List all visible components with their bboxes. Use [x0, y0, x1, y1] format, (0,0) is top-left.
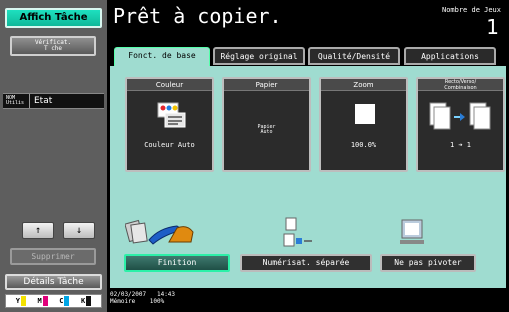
- toner-yellow: Y: [16, 296, 26, 306]
- paper-card-title: Papier: [224, 79, 309, 91]
- main-panel: Couleur Couleur Auto Papier Papier Auto …: [110, 66, 506, 288]
- separate-scan-icon: [283, 217, 312, 247]
- zoom-card-title: Zoom: [321, 79, 406, 91]
- delete-button[interactable]: Supprimer: [10, 248, 96, 265]
- color-card-value: Couleur Auto: [144, 141, 195, 149]
- toner-magenta: M: [38, 296, 48, 306]
- zoom-page-icon: [355, 104, 375, 124]
- status-date: 02/03/2007: [110, 291, 147, 298]
- toner-black: K: [81, 296, 92, 306]
- paper-card[interactable]: Papier Papier Auto: [222, 77, 311, 172]
- duplex-card-title: Recto/Verso/ Combinaison: [418, 79, 503, 91]
- finishing-button[interactable]: Finition: [124, 254, 230, 272]
- duplex-card[interactable]: Recto/Verso/ Combinaison 1 ➔ 1: [416, 77, 505, 172]
- tab-original-settings[interactable]: Réglage original: [213, 47, 305, 65]
- verify-job-button[interactable]: Vérificat. T che: [10, 36, 96, 56]
- color-card[interactable]: Couleur Couleur Auto: [125, 77, 214, 172]
- copies-label: Nombre de Jeux: [441, 6, 501, 14]
- duplex-card-value: 1 ➔ 1: [449, 141, 472, 149]
- job-details-button[interactable]: Détails Tâche: [5, 274, 102, 290]
- status-bar: 02/03/2007 14:43 Mémoire 100%: [110, 291, 175, 305]
- no-rotate-button[interactable]: Ne pas pivoter: [380, 254, 476, 272]
- status-time: 14:43: [156, 291, 176, 298]
- copies-count[interactable]: 1: [486, 15, 499, 39]
- verify-line-2: T che: [43, 45, 63, 52]
- toner-cyan: C: [59, 296, 70, 306]
- scroll-up-button[interactable]: ↑: [22, 222, 54, 239]
- paper-card-value: Papier Auto: [224, 125, 309, 135]
- user-name-column: NOM Utilis: [3, 96, 29, 106]
- paper-value-line-2: Auto: [260, 129, 273, 135]
- tab-applications[interactable]: Applications: [404, 47, 496, 65]
- tab-basic-functions[interactable]: Fonct. de base: [114, 47, 210, 68]
- job-status-header: NOM Utilis Etat: [3, 93, 104, 109]
- duplex-simplex-icon: [429, 102, 491, 130]
- page-title: Prêt à copier.: [113, 4, 282, 28]
- zoom-card[interactable]: Zoom 100.0%: [319, 77, 408, 172]
- no-rotate-icon: [400, 219, 424, 244]
- separate-scan-button[interactable]: Numérisat. séparée: [240, 254, 372, 272]
- duplex-title-line-2: Combinaison: [444, 85, 477, 91]
- toner-levels: Y M C K: [5, 294, 102, 308]
- name-line-2: Utilis: [6, 100, 25, 106]
- state-column: Etat: [34, 96, 53, 106]
- color-auto-icon: [157, 102, 186, 128]
- tab-quality-density[interactable]: Qualité/Densité: [308, 47, 400, 65]
- zoom-card-value: 100.0%: [350, 141, 377, 149]
- job-display-button[interactable]: Affich Tâche: [5, 8, 102, 28]
- memory-label: Mémoire: [110, 298, 136, 305]
- color-card-title: Couleur: [127, 79, 212, 91]
- scroll-down-button[interactable]: ↓: [63, 222, 95, 239]
- memory-value: 100%: [149, 298, 165, 305]
- left-panel: Affich Tâche Vérificat. T che NOM Utilis…: [0, 0, 107, 312]
- finishing-icon: [125, 219, 194, 245]
